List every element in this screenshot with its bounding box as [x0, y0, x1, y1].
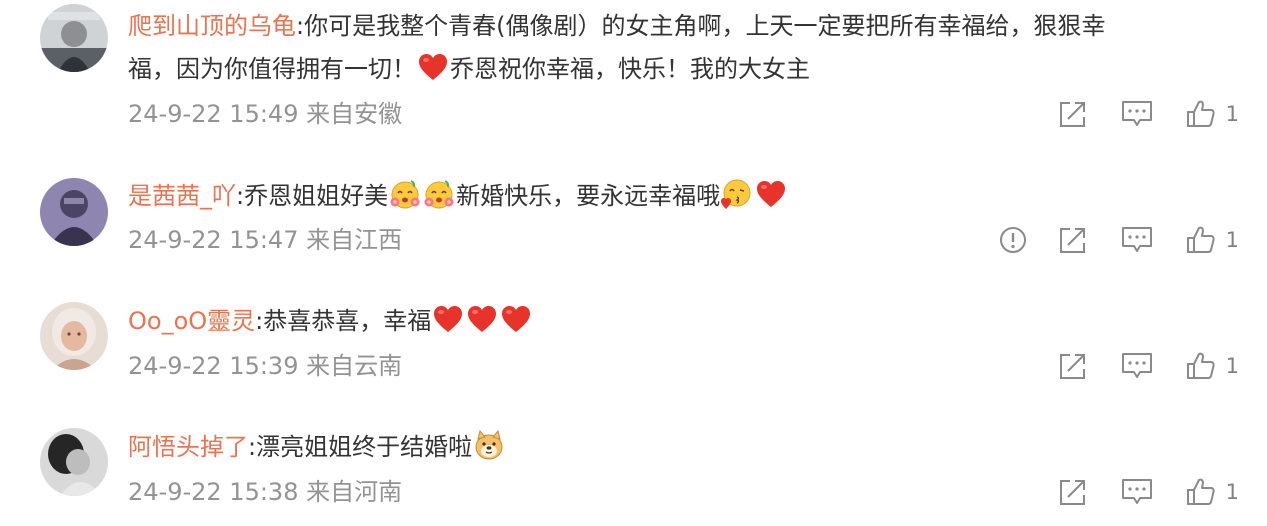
comment-content: :你可是我整个青春(偶像剧）的女主角啊，上天一定要把所有幸福给，狠狠幸: [296, 12, 1106, 40]
comment-actions: 1: [1058, 349, 1239, 383]
share-icon[interactable]: [1058, 477, 1088, 507]
comment-text: 爬到山顶的乌龟:你可是我整个青春(偶像剧）的女主角啊，上天一定要把所有幸福给，狠…: [128, 5, 1197, 91]
like-button[interactable]: 1: [1186, 99, 1239, 129]
comment-content: :乔恩姐姐好美: [236, 182, 389, 210]
like-button[interactable]: 1: [1186, 477, 1239, 507]
flower-face-emoji-icon: [389, 178, 421, 210]
share-icon[interactable]: [1058, 351, 1088, 381]
avatar[interactable]: [40, 428, 108, 496]
heart-emoji-icon: [755, 178, 787, 210]
like-count: 1: [1225, 228, 1239, 252]
doge-emoji-icon: [473, 429, 505, 461]
comment-content: :漂亮姐姐终于结婚啦: [248, 433, 473, 461]
avatar[interactable]: [40, 178, 108, 246]
comment-content: 乔恩祝你幸福，快乐！我的大女主: [450, 55, 810, 83]
share-icon[interactable]: [1058, 225, 1088, 255]
comment-content: :恭喜恭喜，幸福: [255, 307, 432, 335]
comment-meta: 24-9-22 15:39 来自云南: [128, 352, 403, 380]
comment-actions: 1: [998, 223, 1239, 257]
heart-emoji-icon: [417, 51, 449, 83]
comment-icon[interactable]: [1121, 225, 1153, 255]
like-icon[interactable]: [1186, 477, 1216, 507]
like-count: 1: [1225, 354, 1239, 378]
comment-icon[interactable]: [1121, 477, 1153, 507]
comment-text: Oo_oO靈灵:恭喜恭喜，幸福: [128, 300, 1197, 343]
kiss-face-emoji-icon: [721, 178, 753, 210]
username-link[interactable]: 是茜茜_吖: [128, 182, 236, 210]
comment-meta: 24-9-22 15:49 来自安徽: [128, 100, 403, 128]
username-link[interactable]: 爬到山顶的乌龟: [128, 12, 296, 40]
heart-emoji-icon: [500, 303, 532, 335]
username-link[interactable]: Oo_oO靈灵: [128, 307, 255, 335]
like-icon[interactable]: [1186, 99, 1216, 129]
avatar[interactable]: [40, 302, 108, 370]
comment-meta: 24-9-22 15:38 来自河南: [128, 478, 403, 506]
avatar[interactable]: [40, 4, 108, 72]
like-button[interactable]: 1: [1186, 225, 1239, 255]
like-button[interactable]: 1: [1186, 351, 1239, 381]
like-count: 1: [1225, 102, 1239, 126]
comment-text: 阿悟头掉了:漂亮姐姐终于结婚啦: [128, 426, 1197, 469]
comment-content: 新婚快乐，要永远幸福哦: [456, 182, 721, 210]
comment-actions: 1: [1058, 475, 1239, 509]
share-icon[interactable]: [1058, 99, 1088, 129]
like-icon[interactable]: [1186, 351, 1216, 381]
heart-emoji-icon: [432, 303, 464, 335]
comment-actions: 1: [1058, 97, 1239, 131]
comment-icon[interactable]: [1121, 99, 1153, 129]
heart-emoji-icon: [466, 303, 498, 335]
report-icon[interactable]: [998, 225, 1028, 255]
username-link[interactable]: 阿悟头掉了: [128, 433, 248, 461]
comment-content: 福，因为你值得拥有一切！: [128, 55, 416, 83]
like-icon[interactable]: [1186, 225, 1216, 255]
comment-text: 是茜茜_吖:乔恩姐姐好美 新婚快乐，要永远幸福哦: [128, 175, 1197, 218]
comment-meta: 24-9-22 15:47 来自江西: [128, 226, 403, 254]
flower-face-emoji-icon: [423, 178, 455, 210]
comment-icon[interactable]: [1121, 351, 1153, 381]
like-count: 1: [1225, 480, 1239, 504]
